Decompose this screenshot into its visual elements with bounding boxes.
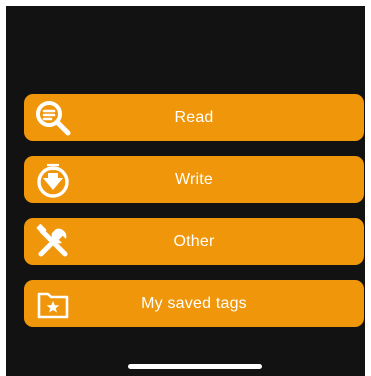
app-screen: Read Write Other My saved tags (6, 6, 365, 376)
write-button-label: Write (174, 170, 214, 188)
write-button[interactable]: Write (24, 156, 364, 203)
my-saved-tags-button-label: My saved tags (141, 294, 247, 312)
my-saved-tags-button[interactable]: My saved tags (24, 280, 364, 327)
read-button[interactable]: Read (24, 94, 364, 141)
home-indicator[interactable] (128, 364, 262, 369)
other-button-label: Other (173, 232, 215, 250)
other-button[interactable]: Other (24, 218, 364, 265)
main-menu: Read Write Other My saved tags (24, 94, 364, 342)
read-button-label: Read (174, 108, 214, 126)
